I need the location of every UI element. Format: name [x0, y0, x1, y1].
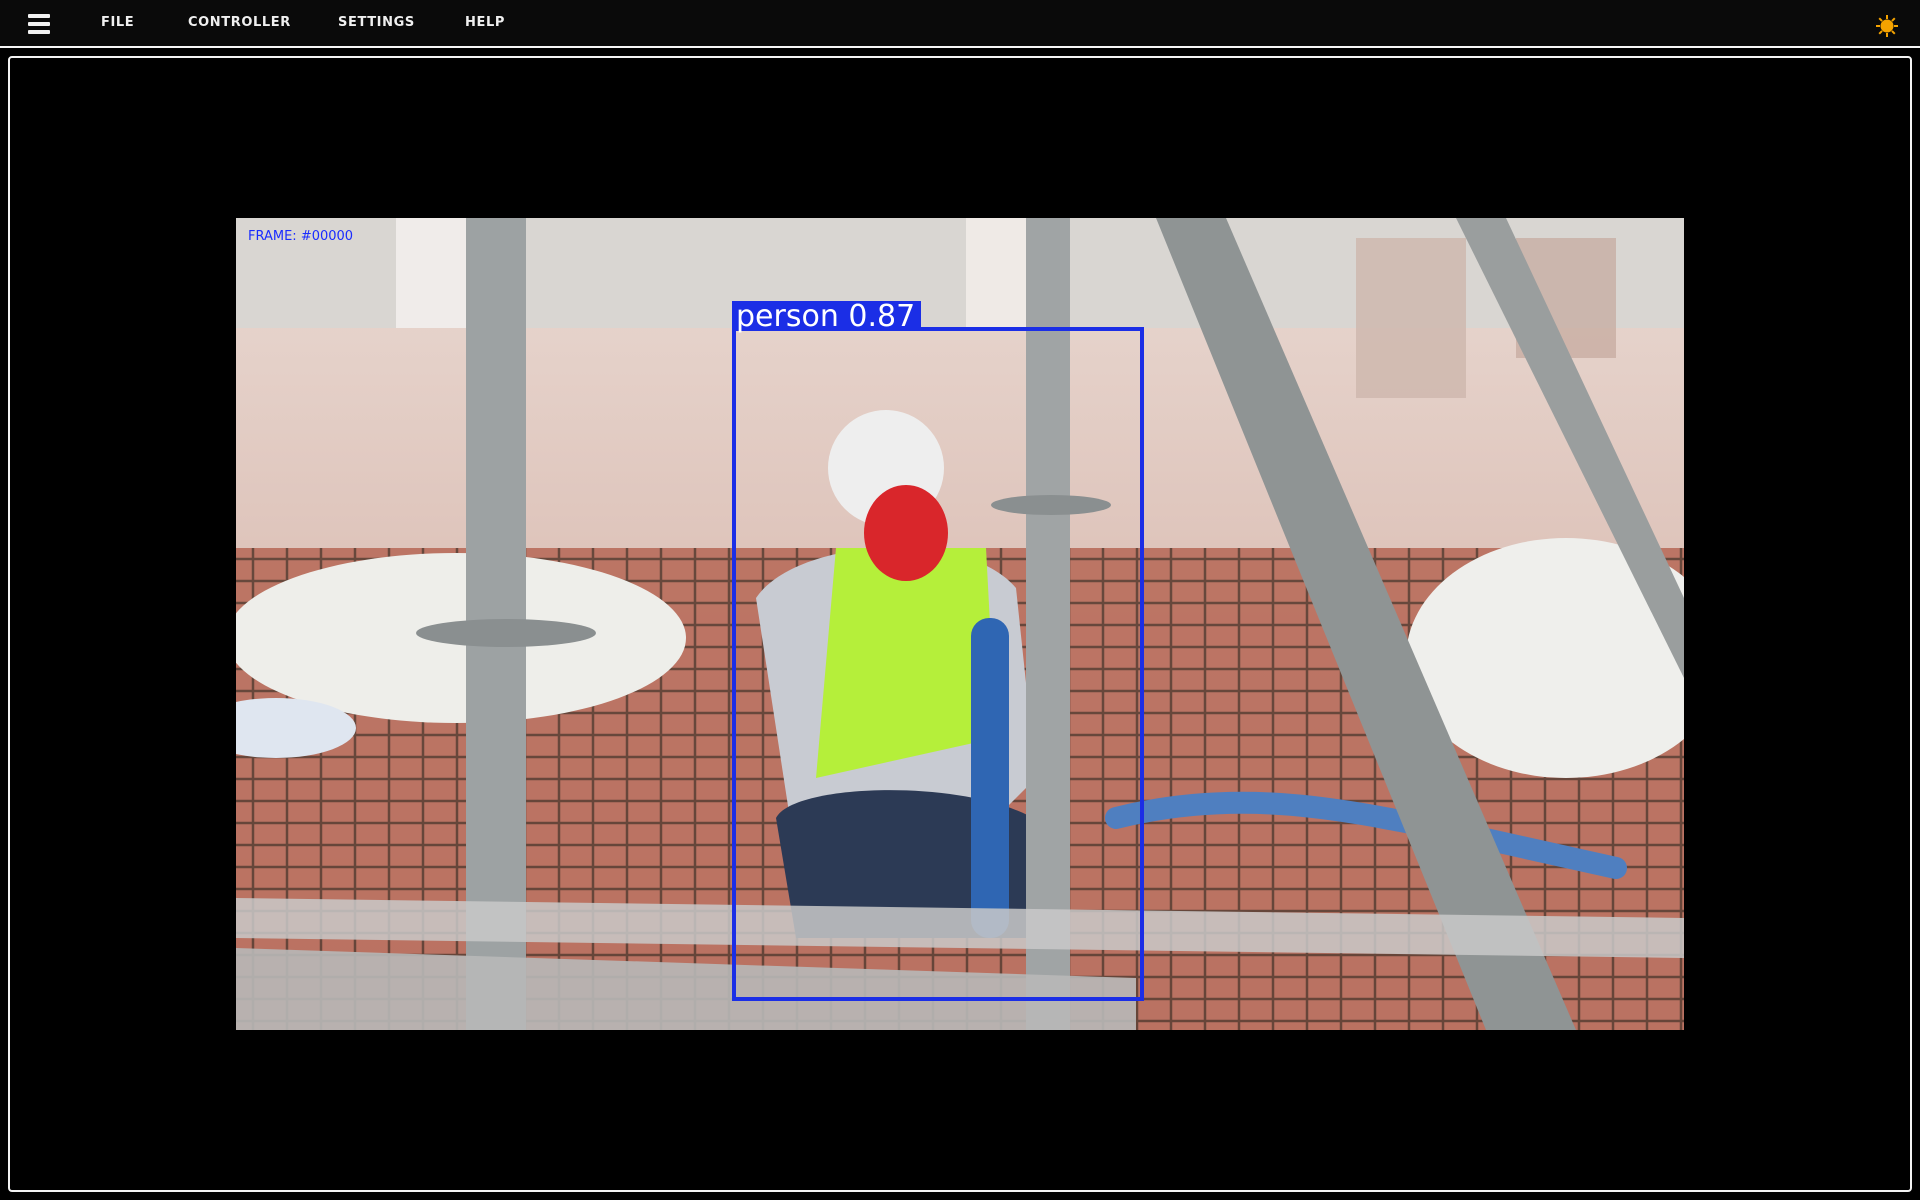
sun-icon[interactable]	[1876, 15, 1898, 37]
menubar-divider	[0, 46, 1920, 48]
hamburger-menu-icon[interactable]	[28, 14, 50, 34]
menu-controller[interactable]: CONTROLLER	[188, 15, 291, 30]
detection-confidence: 0.87	[848, 299, 916, 334]
menu-file[interactable]: FILE	[101, 15, 134, 30]
video-frame[interactable]: FRAME: #00000 person 0.87	[236, 218, 1684, 1030]
detection-label: person 0.87	[732, 299, 922, 334]
menu-bar: FILE CONTROLLER SETTINGS HELP	[0, 0, 1920, 46]
menu-settings[interactable]: SETTINGS	[338, 15, 415, 30]
person-detection-box	[732, 327, 1144, 1001]
frame-counter: FRAME: #00000	[248, 229, 354, 244]
menu-help[interactable]: HELP	[465, 15, 505, 30]
detection-class: person	[736, 299, 839, 334]
